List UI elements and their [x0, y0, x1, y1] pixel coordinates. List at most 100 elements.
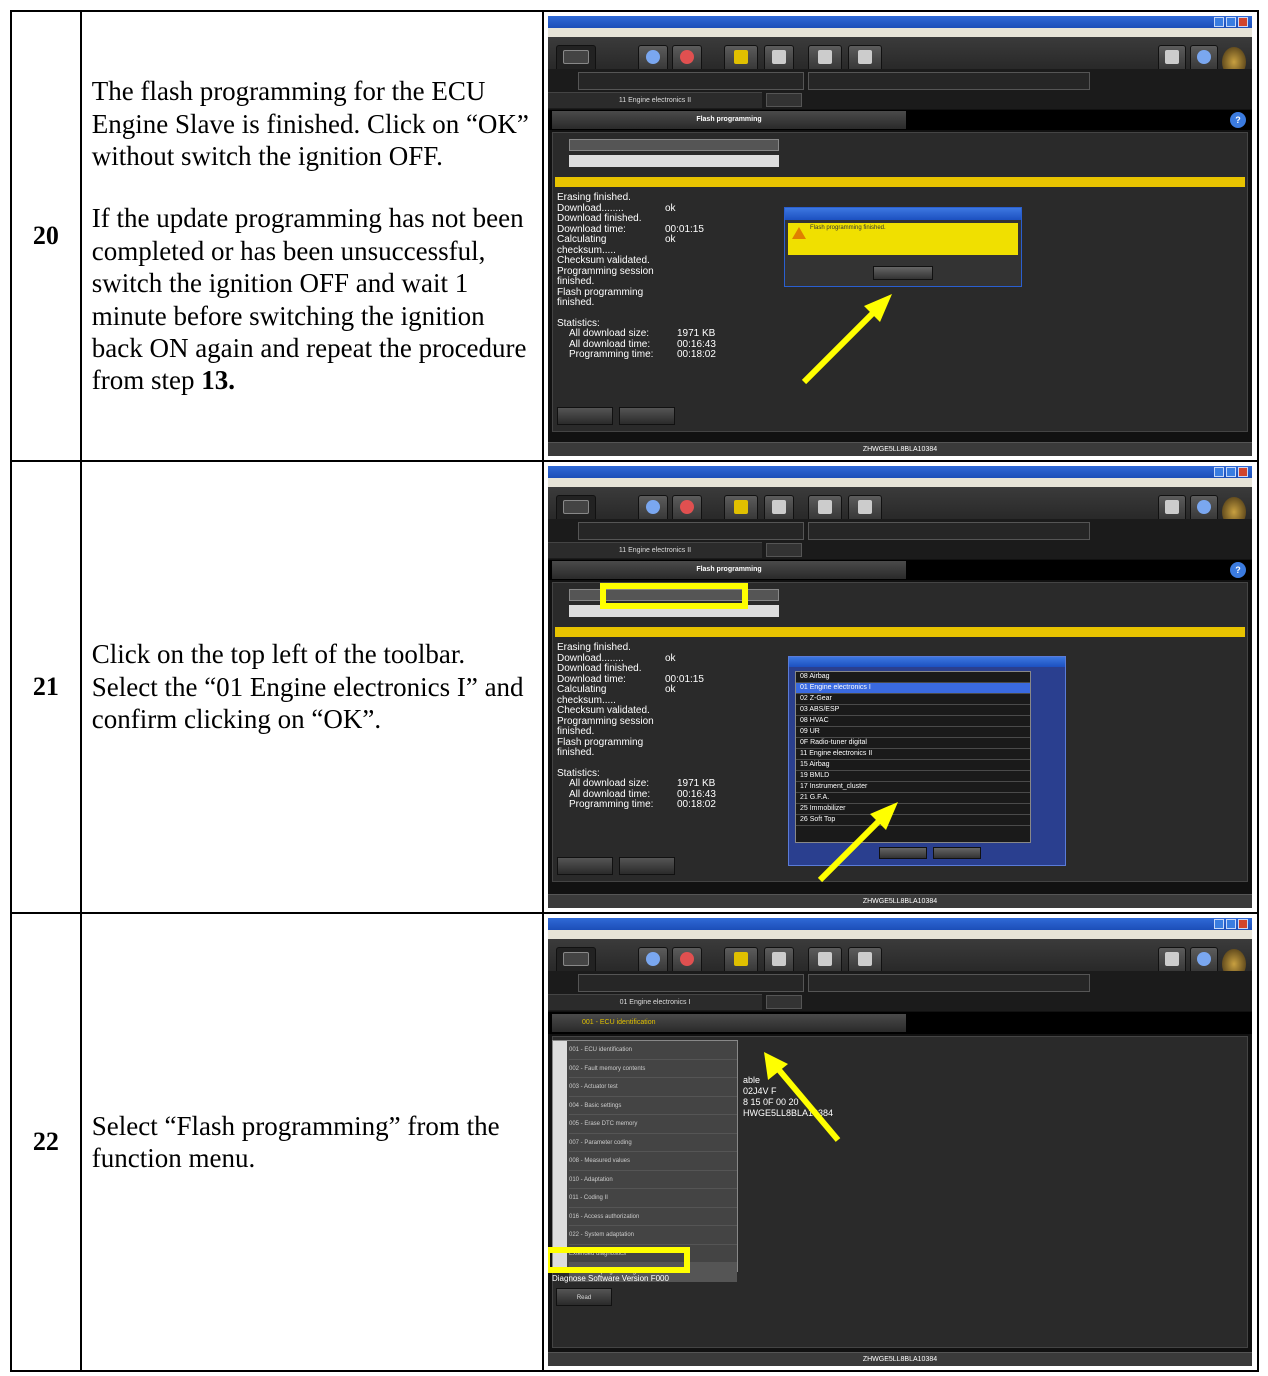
step-description: Select “Flash programming” from the func… [79, 912, 544, 1372]
yellow-arrow-icon [763, 1052, 841, 1142]
ecu-list-item[interactable]: 03 ABS/ESP [795, 705, 1030, 716]
step-description: Click on the top left of the toolbar. Se… [79, 460, 544, 914]
ecu-selector[interactable]: 11 Engine electronics II [547, 542, 762, 558]
step-paragraph: The flash programming for the ECU Engine… [91, 76, 529, 172]
ecu-list-item[interactable]: 17 Instrument_cluster [795, 782, 1030, 793]
window-titlebar [547, 918, 1252, 930]
footer-buttons [556, 407, 675, 425]
warning-icon [791, 227, 806, 239]
close-icon[interactable] [1237, 467, 1248, 477]
function-menu-item[interactable]: 010 - Adaptation [568, 1171, 737, 1189]
diagnostic-app-screenshot: 01 Engine electronics I 001 - ECU identi… [547, 918, 1252, 1366]
maximize-icon[interactable] [1225, 919, 1236, 929]
function-menu-button[interactable]: 001 - ECU identification [551, 1014, 906, 1032]
highlight-box [599, 583, 748, 609]
minimize-icon[interactable] [1213, 919, 1224, 929]
highlight-box [547, 1247, 690, 1273]
read-button[interactable]: Read [555, 1288, 612, 1306]
maximize-icon[interactable] [1225, 467, 1236, 477]
ecu-list-item[interactable]: 19 BMLD [795, 771, 1030, 782]
close-icon[interactable] [1237, 919, 1248, 929]
yellow-arrow-icon [801, 294, 892, 385]
ecu-list-item[interactable]: 02 Z-Gear [795, 694, 1030, 705]
progress-bar [554, 177, 1245, 187]
status-bar: ZHWGE5LL8BLA10384 [547, 442, 1252, 456]
screenshot-cell: 01 Engine electronics I 001 - ECU identi… [541, 912, 1260, 1372]
function-menu-item[interactable]: 001 - ECU identification [568, 1041, 737, 1060]
step-reference: 13. [201, 365, 235, 396]
ok-button[interactable] [872, 266, 933, 280]
function-menu-item[interactable]: 022 - System adaptation [568, 1226, 737, 1245]
start-flash-button[interactable] [556, 857, 613, 875]
footer-buttons [556, 857, 675, 875]
window-titlebar [547, 466, 1252, 478]
programming-log: Erasing finished. Download........ ok Dow… [556, 642, 716, 810]
flash-finished-dialog: Flash programming finished. [783, 207, 1022, 287]
instruction-table: 20 The flash programming for the ECU Eng… [10, 10, 1260, 1372]
function-menu-item[interactable]: 007 - Parameter coding [568, 1134, 737, 1152]
window-titlebar [547, 16, 1252, 28]
stop-flash-button[interactable] [618, 407, 675, 425]
close-icon[interactable] [1237, 17, 1248, 27]
function-menu-item[interactable]: 002 - Fault memory contents [568, 1060, 737, 1078]
step-description: The flash programming for the ECU Engine… [79, 10, 544, 462]
panel-title: Flash programming [551, 111, 906, 129]
vehicle-info-bar: 01 Engine electronics I [547, 971, 1252, 1011]
progress-bar [554, 627, 1245, 637]
status-bar: ZHWGE5LL8BLA10384 [547, 1352, 1252, 1366]
menubar [547, 478, 1252, 487]
stop-flash-button[interactable] [618, 857, 675, 875]
ecu-list-item[interactable]: 08 HVAC [795, 716, 1030, 727]
step-row-22: 22 Select “Flash programming” from the f… [10, 912, 1260, 1372]
ecu-list-item[interactable]: 11 Engine electronics II [795, 749, 1030, 760]
step-paragraph: Select “Flash programming” from the func… [91, 1110, 500, 1173]
diag-software-line: Diagnose Software Version F000 [551, 1274, 669, 1283]
ecu-list-item[interactable]: 0F Radio-tuner digital [795, 738, 1030, 749]
diagnostic-app-screenshot: 11 Engine electronics II Flash programmi… [547, 16, 1252, 456]
help-icon[interactable]: ? [1229, 562, 1246, 578]
status-panel [807, 522, 1090, 540]
maximize-icon[interactable] [1225, 17, 1236, 27]
ecu-selector[interactable]: 01 Engine electronics I [547, 994, 762, 1010]
step-number: 22 [10, 912, 82, 1372]
dialog-caption [784, 208, 1021, 220]
function-menu-item[interactable]: 008 - Measured values [568, 1152, 737, 1171]
start-flash-button[interactable] [556, 407, 613, 425]
function-bar: Flash programming ? [547, 560, 1252, 580]
ecu-list-item[interactable]: 15 Airbag [795, 760, 1030, 771]
panel-title: Flash programming [551, 561, 906, 579]
help-icon[interactable]: ? [1229, 112, 1246, 128]
cancel-button[interactable] [932, 847, 981, 859]
function-menu-item[interactable]: 005 - Erase DTC memory [568, 1115, 737, 1134]
step-paragraph: If the update programming has not been c… [91, 203, 527, 396]
step-row-21: 21 Click on the top left of the toolbar.… [10, 460, 1260, 914]
ecu-nav-arrows[interactable] [765, 543, 802, 557]
screenshot-cell: 11 Engine electronics II Flash programmi… [541, 460, 1260, 914]
function-menu-item[interactable]: 016 - Access authorization [568, 1208, 737, 1226]
ecu-nav-arrows[interactable] [765, 995, 802, 1009]
status-panel [807, 974, 1090, 992]
function-bar: Flash programming ? [547, 110, 1252, 130]
file-name-field[interactable] [568, 155, 779, 167]
ecu-list-item[interactable]: 09 UR [795, 727, 1030, 738]
function-menu: 001 - ECU identification 002 - Fault mem… [551, 1040, 738, 1282]
dialog-message: Flash programming finished. [787, 223, 1018, 255]
function-menu-item[interactable]: 004 - Basic settings [568, 1097, 737, 1115]
ecu-list-item-selected[interactable]: 01 Engine electronics I [795, 683, 1030, 694]
function-menu-item[interactable]: 003 - Actuator test [568, 1078, 737, 1097]
file-type-select[interactable] [568, 139, 779, 151]
step-number: 20 [10, 10, 82, 462]
ecu-nav-arrows[interactable] [765, 93, 802, 107]
vehicle-info [577, 522, 804, 540]
yellow-arrow-icon [817, 802, 898, 883]
minimize-icon[interactable] [1213, 467, 1224, 477]
diagnostic-app-screenshot: 11 Engine electronics II Flash programmi… [547, 466, 1252, 908]
ecu-list-item[interactable]: 08 Airbag [795, 672, 1030, 683]
vehicle-info [577, 72, 804, 90]
minimize-icon[interactable] [1213, 17, 1224, 27]
ecu-selector[interactable]: 11 Engine electronics II [547, 92, 762, 108]
function-menu-item[interactable]: 011 - Coding II [568, 1189, 737, 1208]
menubar [547, 28, 1252, 37]
function-bar: 001 - ECU identification [547, 1012, 1252, 1034]
status-bar: ZHWGE5LL8BLA10384 [547, 894, 1252, 908]
